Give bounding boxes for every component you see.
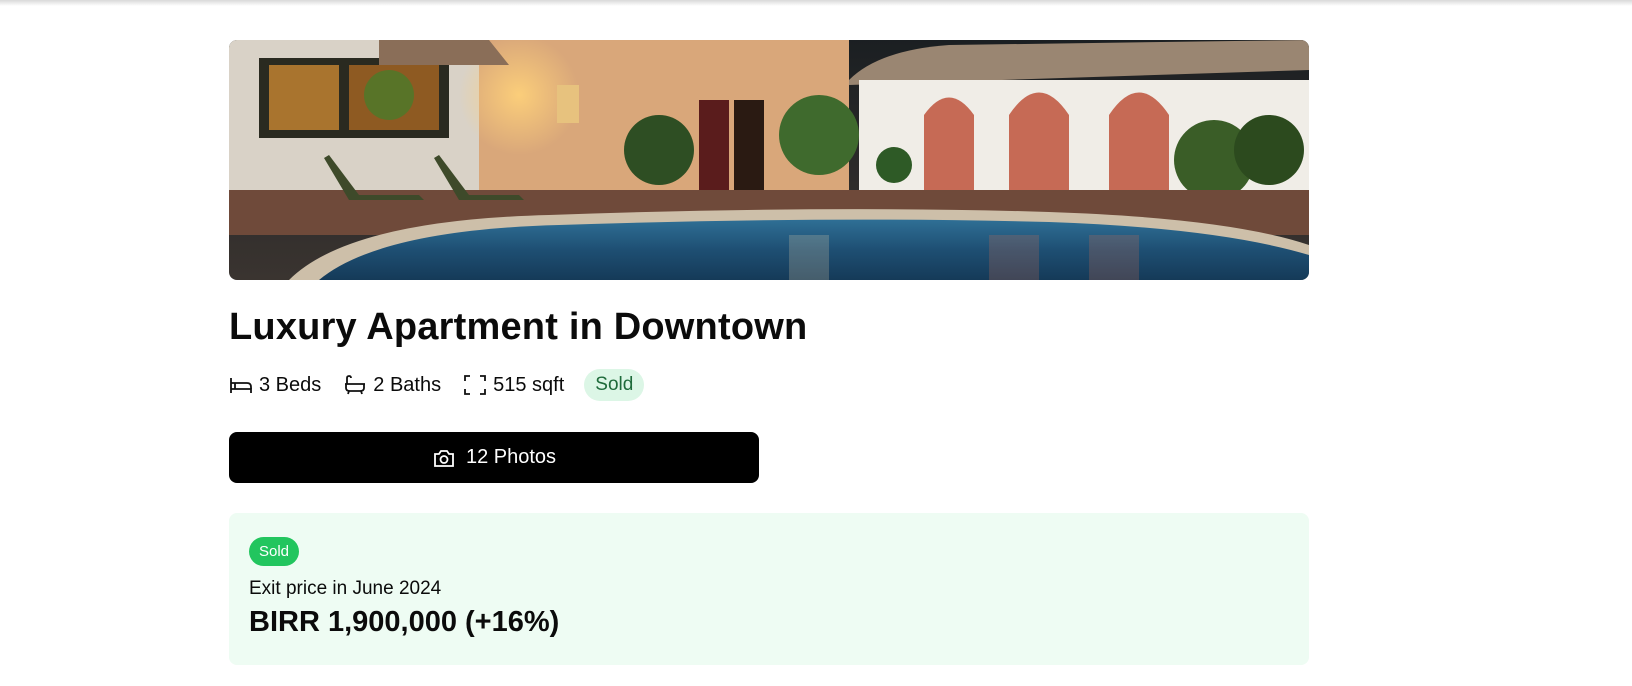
camera-icon: [434, 449, 454, 467]
exit-price-label: Exit price in June 2024: [249, 578, 442, 599]
bath-icon: [345, 375, 366, 395]
area-icon: [464, 375, 486, 395]
beds-feature: 3 Beds: [229, 374, 321, 397]
page-title: Luxury Apartment in Downtown: [229, 306, 808, 348]
sold-badge: Sold: [249, 537, 300, 566]
baths-feature: 2 Baths: [343, 374, 441, 397]
top-shadow: [0, 0, 1632, 6]
baths-label: 2 Baths: [373, 373, 442, 396]
listing-container: Luxury Apartment in Downtown 3 Beds 2 Ba…: [229, 40, 1309, 665]
sold-info-card: Sold Exit price in June 2024 BIRR 1,900,…: [229, 513, 1309, 665]
hero-image[interactable]: [229, 40, 1309, 280]
area-feature: 515 sqft: [463, 374, 564, 397]
beds-label: 3 Beds: [259, 373, 322, 396]
area-label: 515 sqft: [493, 373, 565, 396]
status-badge: Sold: [584, 369, 645, 401]
photos-button-label: 12 Photos: [465, 446, 557, 468]
view-photos-button[interactable]: 12 Photos: [229, 432, 759, 483]
property-features: 3 Beds 2 Baths 515 sqft Sold: [229, 368, 1309, 402]
bed-icon: [230, 378, 252, 393]
exit-price-value: BIRR 1,900,000 (+16%): [249, 606, 560, 638]
